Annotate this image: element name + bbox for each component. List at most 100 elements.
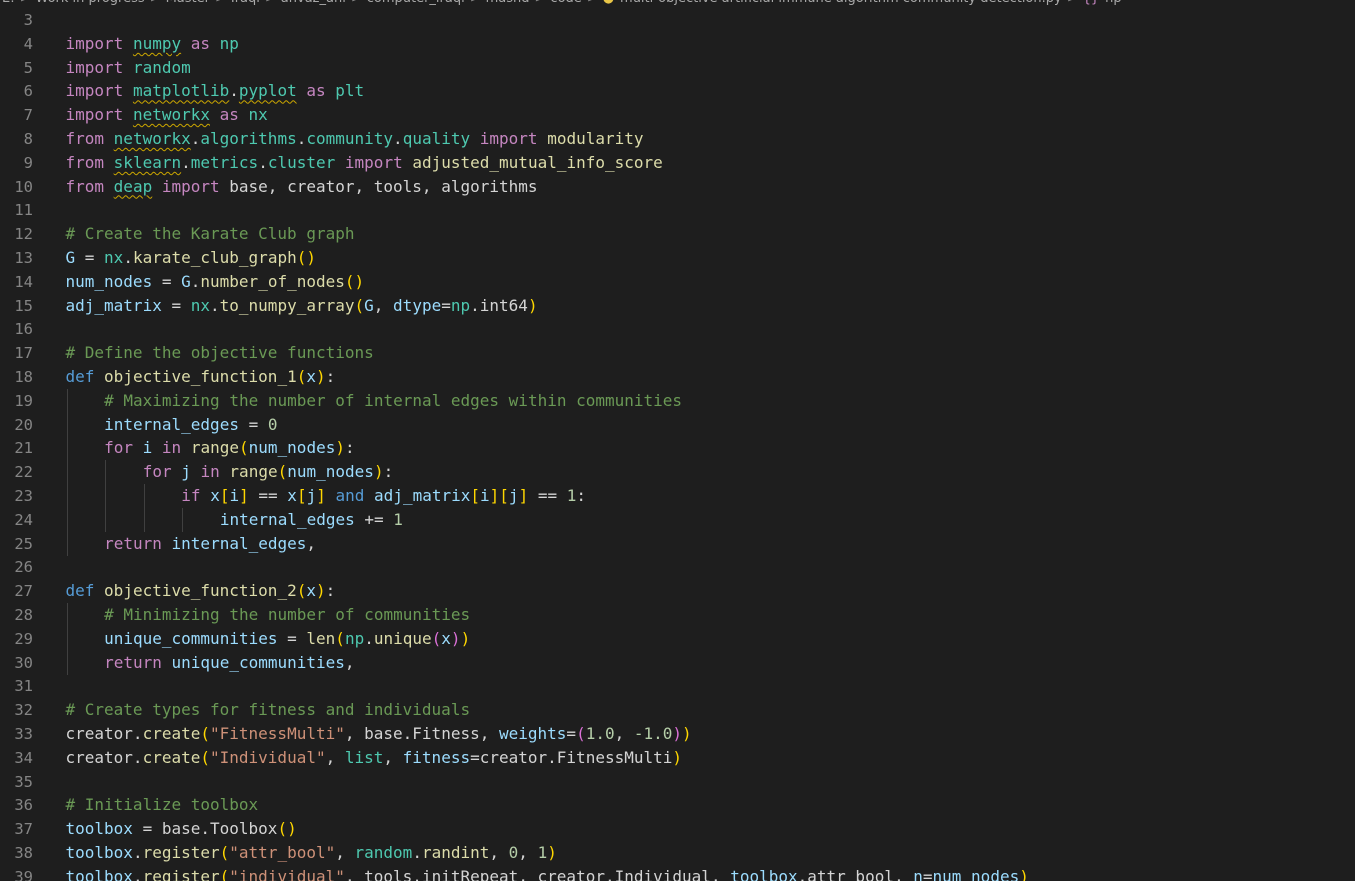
code-line[interactable]: 15 adj_matrix = nx.to_numpy_array(G, dtyp…	[0, 294, 1355, 318]
code-line[interactable]: 22 for j in range(num_nodes):	[0, 460, 1355, 485]
code-token: =	[161, 295, 191, 315]
code-token: karate_club_graph	[132, 248, 297, 267]
code-token: range	[190, 438, 239, 458]
code-line[interactable]: 38 toolbox.register("attr_bool", random.r…	[0, 841, 1355, 865]
code-token: fitness	[402, 747, 471, 767]
code-token: np	[219, 33, 239, 53]
breadcrumb-item[interactable]: np	[1105, 0, 1122, 6]
code-line[interactable]: 11	[0, 198, 1355, 222]
code-token: (	[200, 724, 210, 743]
code-token: len	[306, 628, 336, 648]
code-line[interactable]: 8 from networkx.algorithms.community.qual…	[0, 127, 1355, 151]
line-number: 4	[23, 34, 33, 53]
breadcrumb-item[interactable]: multi-objective artificial immune algori…	[620, 0, 1062, 6]
code-line[interactable]: 27 def objective_function_2(x):	[0, 579, 1355, 603]
breadcrumb-item[interactable]: Master	[166, 0, 210, 6]
code-text: import networkx as nx	[66, 103, 268, 127]
code-text: import matplotlib.pyplot as plt	[66, 79, 365, 103]
code-token: x	[287, 486, 297, 505]
code-text: # Maximizing the number of internal edge…	[104, 389, 682, 413]
code-token: dtype	[393, 295, 442, 315]
code-line[interactable]: 14 num_nodes = G.number_of_nodes()	[0, 270, 1355, 294]
code-line[interactable]: 13 G = nx.karate_club_graph()	[0, 246, 1355, 270]
code-line[interactable]: 7 import networkx as nx	[0, 103, 1355, 127]
code-line[interactable]: 3	[0, 9, 1355, 32]
code-token: networkx	[132, 105, 210, 125]
code-line[interactable]: 36 # Initialize toolbox	[0, 793, 1355, 817]
code-line[interactable]: 37 toolbox = base.Toolbox()	[0, 817, 1355, 841]
indent-guide	[66, 650, 68, 675]
code-token: .	[229, 81, 239, 101]
code-text: internal_edges += 1	[220, 508, 403, 532]
code-token: i	[480, 486, 490, 505]
code-line[interactable]: 30 return unique_communities,	[0, 650, 1355, 675]
code-line[interactable]: 4 import numpy as np	[0, 32, 1355, 56]
code-line[interactable]: 10 from deap import base, creator, tools,…	[0, 175, 1355, 199]
code-line[interactable]: 28 # Minimizing the number of communities	[0, 603, 1355, 627]
breadcrumb-item[interactable]: mashd	[486, 0, 530, 6]
code-line[interactable]: 17 # Define the objective functions	[0, 341, 1355, 365]
code-token: nx	[248, 105, 268, 125]
code-line[interactable]: 18 def objective_function_1(x):	[0, 365, 1355, 389]
code-token: -1.0	[633, 724, 673, 743]
code-line[interactable]: 33 creator.create("FitnessMulti", base.Fi…	[0, 722, 1355, 746]
code-line[interactable]: 21 for i in range(num_nodes):	[0, 436, 1355, 461]
code-line[interactable]: 31	[0, 674, 1355, 698]
code-line[interactable]: 25 return internal_edges,	[0, 531, 1355, 556]
code-line[interactable]: 5 import random	[0, 56, 1355, 80]
breadcrumb-item[interactable]: computer_iraqi	[367, 0, 465, 6]
breadcrumb-item[interactable]: E:	[2, 0, 15, 6]
code-token: import	[65, 105, 124, 125]
code-line[interactable]: 23 if x[i] == x[j] and adj_matrix[i][j] =…	[0, 484, 1355, 508]
breadcrumb-item[interactable]: Work in progress	[36, 0, 145, 6]
code-line[interactable]: 20 internal_edges = 0	[0, 412, 1355, 437]
breadcrumb-item[interactable]: code	[550, 0, 581, 6]
breadcrumb-item[interactable]: Iraqi	[231, 0, 260, 6]
code-token: # Define the objective functions	[65, 343, 374, 363]
code-token: G	[181, 271, 191, 291]
code-line[interactable]: 26	[0, 555, 1355, 579]
line-number: 39	[14, 867, 33, 881]
line-number: 19	[14, 391, 33, 410]
code-token: register	[142, 843, 220, 862]
code-line[interactable]: 6 import matplotlib.pyplot as plt	[0, 79, 1355, 103]
code-line[interactable]: 34 creator.create("Individual", list, fit…	[0, 746, 1355, 770]
code-line[interactable]: 32 # Create types for fitness and individ…	[0, 698, 1355, 722]
chevron-right-icon: >	[210, 0, 231, 6]
line-number: 25	[14, 534, 33, 553]
code-token: (	[277, 462, 288, 482]
code-line[interactable]: 16	[0, 317, 1355, 341]
code-line[interactable]: 39 toolbox.register("individual", tools.i…	[0, 865, 1355, 881]
code-line[interactable]: 35	[0, 770, 1355, 794]
code-token: )	[450, 628, 461, 648]
code-token: number_of_nodes	[200, 271, 345, 291]
code-editor[interactable]: 3 4 import numpy as np 5 import random 6 impor…	[0, 9, 1355, 881]
code-line[interactable]: 12 # Create the Karate Club graph	[0, 222, 1355, 246]
code-text: for i in range(num_nodes):	[104, 436, 355, 460]
code-line[interactable]: 19 # Maximizing the number of internal ed…	[0, 388, 1355, 413]
code-line[interactable]: 9 from sklearn.metrics.cluster import adj…	[0, 151, 1355, 175]
code-line[interactable]: 29 unique_communities = len(np.unique(x))	[0, 626, 1355, 651]
code-text: # Define the objective functions	[66, 341, 374, 365]
code-token: # Create the Karate Club graph	[65, 224, 355, 244]
breadcrumb-item[interactable]: anvaz_ahi	[281, 0, 346, 6]
code-token: adj_matrix	[374, 486, 471, 505]
line-number: 28	[14, 606, 33, 624]
code-line[interactable]: 24 internal_edges += 1	[0, 507, 1355, 532]
code-token: base, creator, tools, algorithms	[219, 176, 538, 196]
code-token: )	[315, 367, 326, 386]
code-token: num_nodes	[932, 866, 1020, 881]
code-token: )	[335, 438, 345, 458]
line-number: 23	[14, 487, 33, 505]
code-token: ,	[373, 295, 394, 315]
code-token: .	[296, 129, 307, 148]
code-token: .	[412, 843, 422, 862]
code-text: return unique_communities,	[104, 651, 354, 675]
code-token: G	[364, 295, 374, 315]
